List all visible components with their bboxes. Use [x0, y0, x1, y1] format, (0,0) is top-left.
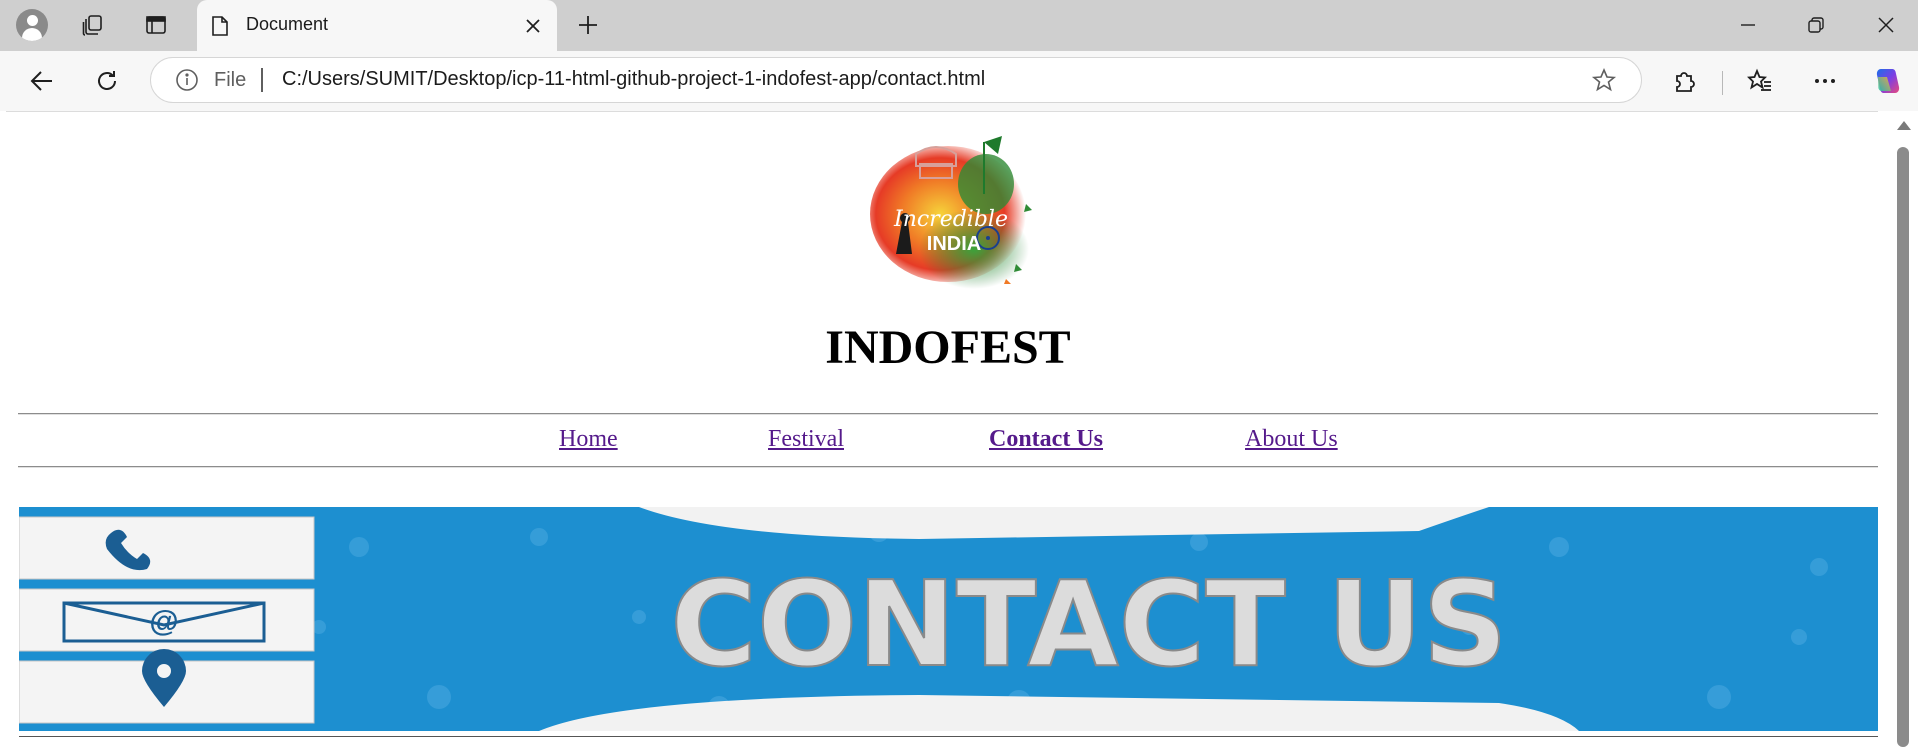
back-arrow-icon[interactable]	[22, 63, 62, 99]
nav-link-home[interactable]: Home	[559, 426, 618, 453]
banner-heading: CONTACT US	[670, 555, 1507, 693]
tab-title: Document	[246, 14, 329, 34]
refresh-icon[interactable]	[87, 63, 127, 99]
close-tab-icon[interactable]	[522, 15, 544, 37]
info-icon[interactable]	[175, 68, 199, 92]
nav-divider-top	[18, 413, 1878, 415]
browser-tab-active[interactable]: Document	[197, 0, 557, 51]
title-bar: Document	[0, 0, 1918, 51]
nav-link-contact-us[interactable]: Contact Us	[989, 426, 1103, 453]
extensions-puzzle-icon[interactable]	[1664, 63, 1704, 99]
favorite-star-icon[interactable]	[1591, 67, 1617, 93]
url-text[interactable]: C:/Users/SUMIT/Desktop/icp-11-html-githu…	[282, 68, 985, 91]
vertical-scrollbar[interactable]	[1888, 111, 1918, 747]
page-viewport: Incredible INDIA INDOFEST Home Festival …	[6, 111, 1878, 740]
browser-toolbar: File C:/Users/SUMIT/Desktop/icp-11-html-…	[0, 51, 1918, 111]
nav-link-about-us[interactable]: About Us	[1245, 426, 1338, 453]
more-options-icon[interactable]	[1805, 63, 1845, 99]
restore-icon[interactable]	[1796, 8, 1836, 42]
toolbar-divider	[1722, 71, 1723, 95]
address-separator	[261, 68, 263, 92]
address-bar[interactable]: File C:/Users/SUMIT/Desktop/icp-11-html-…	[150, 57, 1642, 103]
tab-actions-icon[interactable]	[138, 8, 174, 42]
close-window-icon[interactable]	[1866, 8, 1906, 42]
site-title: INDOFEST	[825, 321, 1071, 374]
nav-link-festival[interactable]: Festival	[768, 426, 844, 453]
minimize-icon[interactable]	[1728, 8, 1768, 42]
incredible-india-logo: Incredible INDIA	[870, 136, 1032, 289]
profile-avatar-icon[interactable]	[14, 8, 50, 42]
scrollbar-thumb[interactable]	[1897, 147, 1909, 747]
logo-text-line2: INDIA	[927, 233, 981, 255]
logo-text-line1: Incredible	[893, 207, 1008, 232]
favorites-icon[interactable]	[1740, 63, 1780, 99]
svg-text:@: @	[149, 605, 178, 638]
site-info-label[interactable]: File	[214, 69, 246, 92]
new-tab-icon[interactable]	[570, 8, 606, 42]
banner-bottom-rule	[19, 736, 1878, 737]
document-icon	[212, 16, 228, 36]
copilot-icon[interactable]	[1868, 63, 1908, 99]
scroll-up-arrow-icon[interactable]	[1897, 121, 1911, 130]
nav-divider-bottom	[18, 466, 1878, 468]
workspaces-icon[interactable]	[75, 8, 111, 42]
contact-us-banner: @ CONTACT US	[19, 507, 1878, 731]
